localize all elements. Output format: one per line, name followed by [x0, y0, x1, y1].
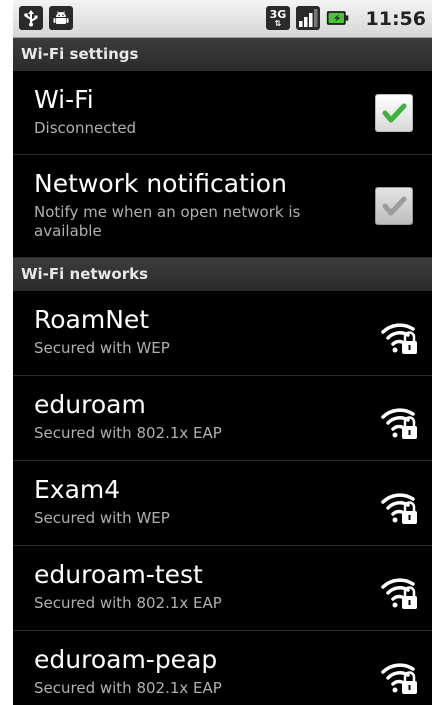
wifi-status: Disconnected: [34, 119, 137, 137]
network-name: eduroam-test: [34, 560, 203, 589]
wifi-title: Wi-Fi: [34, 85, 94, 114]
network-row[interactable]: eduroam Secured with 802.1x EAP: [13, 376, 432, 461]
status-bar: 3G ⇅ 11:56: [13, 0, 432, 38]
network-notification-title: Network notification: [34, 169, 287, 198]
signal-strength-icon: [296, 6, 320, 30]
network-security: Secured with 802.1x EAP: [34, 679, 222, 697]
android-icon: [49, 6, 73, 30]
screen: 3G ⇅ 11:56 Wi-Fi settings Wi-Fi Disconne…: [13, 0, 432, 705]
wifi-checkbox[interactable]: [375, 94, 413, 132]
3g-data-icon: 3G ⇅: [266, 6, 290, 30]
section-header-wifi-networks: Wi-Fi networks: [13, 258, 432, 291]
network-type-label: 3G: [269, 7, 287, 21]
wifi-toggle-row[interactable]: Wi-Fi Disconnected: [13, 71, 432, 155]
network-name: RoamNet: [34, 305, 150, 334]
wifi-locked-icon: [380, 317, 420, 357]
wifi-locked-icon: [380, 487, 420, 527]
network-name: Exam4: [34, 475, 121, 504]
checkmark-icon: [382, 196, 407, 216]
network-security: Secured with WEP: [34, 339, 170, 357]
network-row[interactable]: Exam4 Secured with WEP: [13, 461, 432, 546]
network-name: eduroam-peap: [34, 645, 218, 674]
wifi-locked-icon: [380, 402, 420, 442]
section-header-wifi-settings: Wi-Fi settings: [13, 38, 432, 71]
network-security: Secured with 802.1x EAP: [34, 594, 222, 612]
clock-time: 11:56: [365, 8, 426, 30]
network-security: Secured with 802.1x EAP: [34, 424, 222, 442]
network-notification-row[interactable]: Network notification Notify me when an o…: [13, 155, 432, 258]
usb-icon: [19, 6, 43, 30]
wifi-locked-icon: [380, 572, 420, 612]
network-notification-checkbox[interactable]: [375, 187, 413, 225]
network-notification-summary: Notify me when an open network is availa…: [34, 203, 301, 240]
network-name: eduroam: [34, 390, 146, 419]
network-security: Secured with WEP: [34, 509, 170, 527]
network-row[interactable]: eduroam-peap Secured with 802.1x EAP: [13, 631, 432, 705]
network-row[interactable]: RoamNet Secured with WEP: [13, 291, 432, 376]
checkmark-icon: [382, 103, 407, 123]
network-list: RoamNet Secured with WEP eduroam Secured wi…: [13, 291, 432, 705]
battery-charging-icon: [326, 6, 350, 30]
network-row[interactable]: eduroam-test Secured with 802.1x EAP: [13, 546, 432, 631]
wifi-locked-icon: [380, 657, 420, 697]
